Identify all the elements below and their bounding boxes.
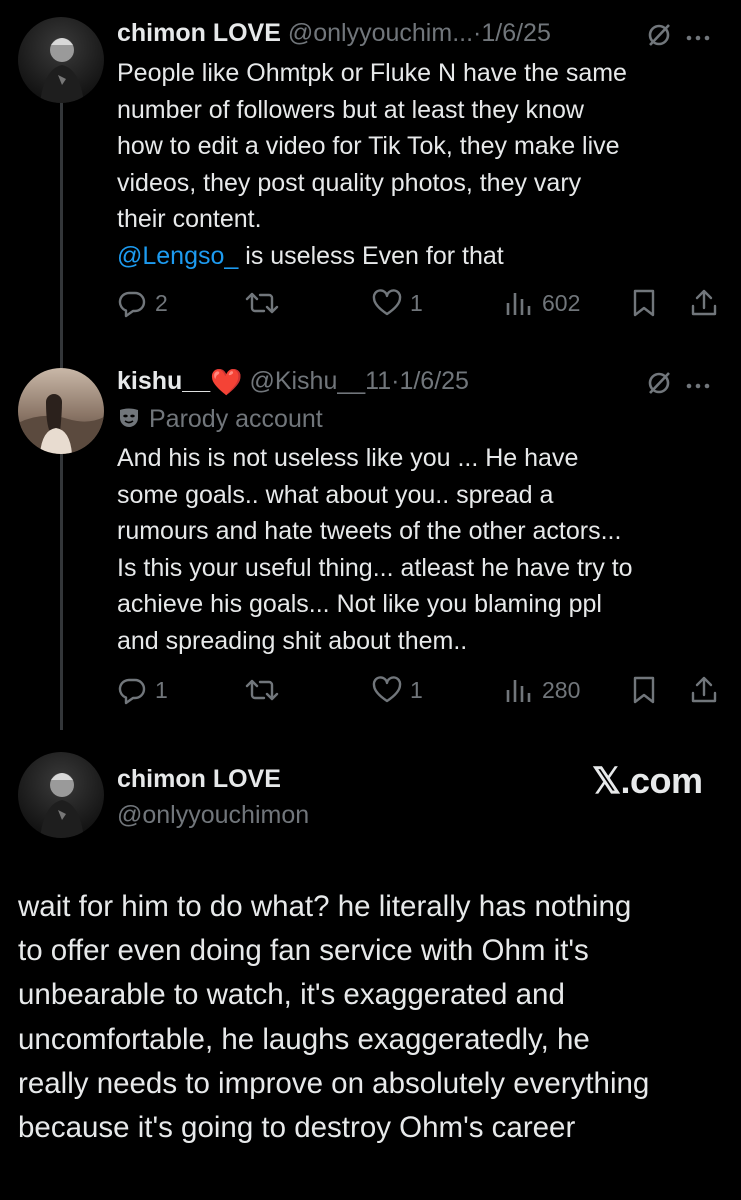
tweet-header: kishu__❤️ @Kishu__11·1/6/25 bbox=[117, 365, 469, 398]
timestamp[interactable]: 1/6/25 bbox=[399, 367, 469, 395]
mention-tail: is useless Even for that bbox=[238, 241, 504, 270]
text-line: and spreading shit about them.. bbox=[117, 626, 468, 655]
action-bar: 2 1 602 bbox=[117, 283, 727, 323]
text-line: achieve his goals... Not like you blamin… bbox=[117, 590, 602, 619]
text-line: to offer even doing fan service with Ohm… bbox=[18, 934, 589, 968]
like-button[interactable]: 1 bbox=[372, 670, 423, 710]
heart-emoji-badge: ❤️ bbox=[210, 367, 243, 397]
share-icon bbox=[691, 289, 717, 316]
share-button[interactable] bbox=[689, 670, 719, 710]
x-brand-logo: 𝕏.com bbox=[592, 760, 703, 801]
card-handle[interactable]: @onlyyouchimon bbox=[117, 799, 309, 831]
parody-text: Parody account bbox=[149, 405, 323, 433]
retweet-icon bbox=[245, 292, 279, 314]
text-line: their content. bbox=[117, 205, 262, 234]
reply-count: 2 bbox=[155, 289, 168, 316]
text-line: because it's going to destroy Ohm's care… bbox=[18, 1111, 576, 1145]
text-line: really needs to improve on absolutely ev… bbox=[18, 1066, 650, 1100]
like-count: 1 bbox=[410, 676, 423, 703]
text-line: Is this your useful thing... atleast he … bbox=[117, 553, 633, 582]
grok-icon[interactable] bbox=[646, 22, 672, 53]
bookmark-icon bbox=[633, 289, 655, 317]
bookmark-icon bbox=[633, 676, 655, 704]
views-icon bbox=[506, 293, 531, 315]
text-line: unbearable to watch, it's exaggerated an… bbox=[18, 978, 565, 1012]
card-display-name: chimon LOVE bbox=[117, 765, 281, 793]
view-count: 280 bbox=[542, 676, 581, 703]
text-line: some goals.. what about you.. spread a bbox=[117, 480, 554, 509]
action-bar: 1 1 280 bbox=[117, 670, 727, 710]
text-line: rumours and hate tweets of the other act… bbox=[117, 517, 622, 546]
mention-link[interactable]: @Lengso_ bbox=[117, 242, 238, 270]
reply-button[interactable]: 1 bbox=[117, 670, 168, 710]
tweet-text: People like Ohmtpk or Fluke N have the s… bbox=[117, 55, 727, 275]
reply-button[interactable]: 2 bbox=[117, 283, 168, 323]
tweet-text: And his is not useless like you ... He h… bbox=[117, 440, 727, 660]
reply-count: 1 bbox=[155, 676, 168, 703]
text-line: number of followers but at least they kn… bbox=[117, 95, 584, 124]
text-line: how to edit a video for Tik Tok, they ma… bbox=[117, 132, 620, 161]
reply-icon bbox=[118, 678, 146, 705]
share-button[interactable] bbox=[689, 283, 719, 323]
text-line: And his is not useless like you ... He h… bbox=[117, 444, 579, 472]
like-count: 1 bbox=[410, 289, 423, 316]
bookmark-button[interactable] bbox=[631, 283, 657, 323]
bookmark-button[interactable] bbox=[631, 670, 657, 710]
retweet-icon bbox=[245, 679, 279, 701]
tweet-top-actions bbox=[646, 370, 710, 401]
like-icon bbox=[372, 289, 402, 316]
views-button[interactable]: 602 bbox=[504, 283, 580, 323]
handle[interactable]: @onlyyouchim... bbox=[288, 19, 473, 47]
grok-icon[interactable] bbox=[646, 370, 672, 401]
display-name[interactable]: kishu__ bbox=[117, 367, 210, 395]
view-count: 602 bbox=[542, 289, 581, 316]
display-name[interactable]: chimon LOVE bbox=[117, 19, 281, 47]
text-line: @Lengso_ is useless Even for that bbox=[117, 238, 727, 275]
like-button[interactable]: 1 bbox=[372, 283, 423, 323]
parody-label: Parody account bbox=[117, 403, 323, 438]
views-icon bbox=[506, 680, 531, 702]
like-icon bbox=[372, 676, 402, 703]
retweet-button[interactable] bbox=[245, 670, 279, 710]
more-icon[interactable] bbox=[686, 29, 710, 47]
avatar[interactable] bbox=[18, 17, 104, 103]
timestamp[interactable]: 1/6/25 bbox=[481, 19, 551, 47]
text-line: wait for him to do what? he literally ha… bbox=[18, 890, 632, 923]
views-button[interactable]: 280 bbox=[504, 670, 580, 710]
text-line: uncomfortable, he laughs exaggeratedly, … bbox=[18, 1022, 590, 1056]
card-text: wait for him to do what? he literally ha… bbox=[18, 885, 728, 1150]
tweet-top-actions bbox=[646, 22, 710, 53]
more-icon[interactable] bbox=[686, 377, 710, 395]
text-line: People like Ohmtpk or Fluke N have the s… bbox=[117, 59, 627, 87]
text-line: videos, they post quality photos, they v… bbox=[117, 168, 582, 197]
handle[interactable]: @Kishu__11 bbox=[249, 367, 391, 395]
tweet-header: chimon LOVE @onlyyouchim...·1/6/25 bbox=[117, 17, 551, 49]
reply-icon bbox=[118, 291, 146, 318]
retweet-button[interactable] bbox=[245, 283, 279, 323]
parody-mask-icon bbox=[117, 406, 141, 438]
avatar[interactable] bbox=[18, 752, 104, 838]
avatar[interactable] bbox=[18, 368, 104, 454]
share-icon bbox=[691, 676, 717, 703]
